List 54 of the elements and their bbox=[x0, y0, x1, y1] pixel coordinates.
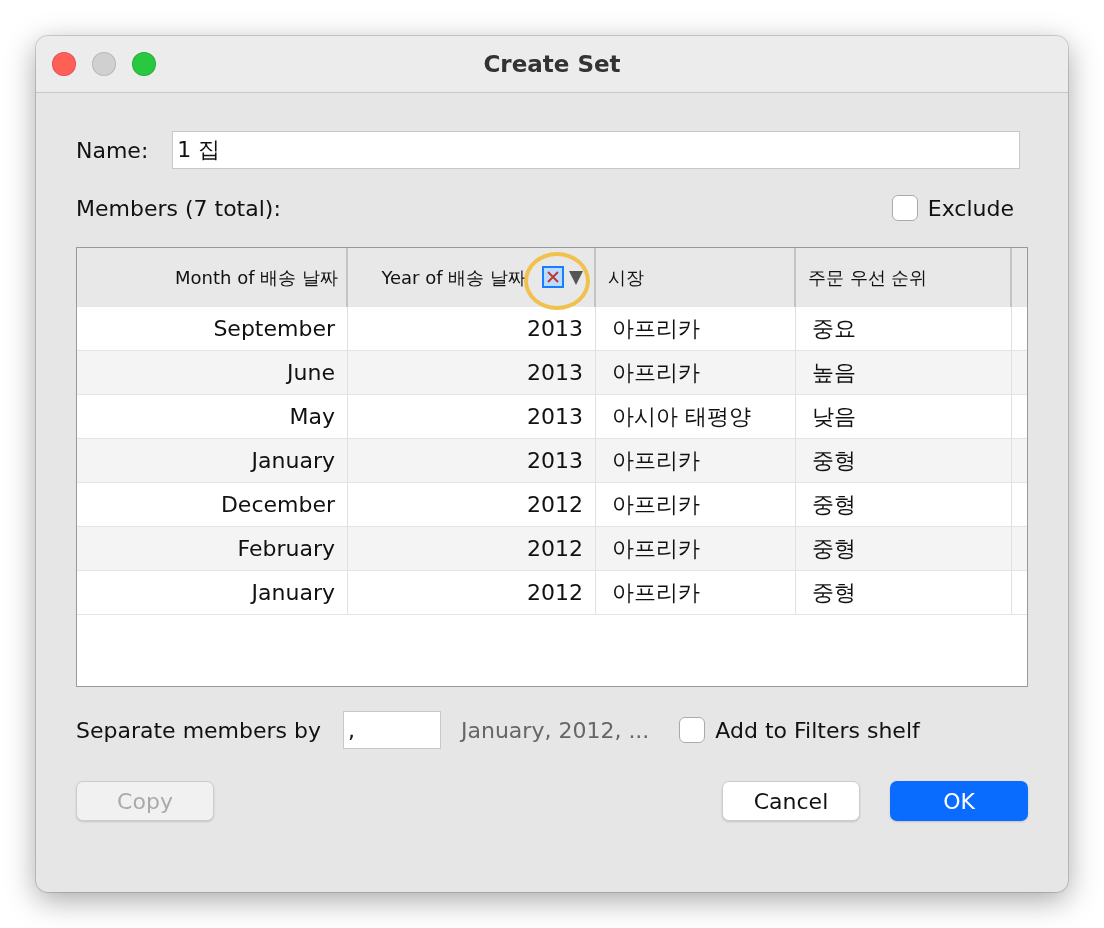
name-field[interactable]: 1 집 bbox=[172, 131, 1021, 169]
column-header[interactable]: Month of 배송 날짜 bbox=[77, 248, 348, 307]
table-cell: 아시아 태평양 bbox=[596, 395, 796, 439]
table-cell: 중형 bbox=[796, 571, 1012, 615]
table-cell: January bbox=[77, 571, 348, 615]
minimize-button[interactable] bbox=[92, 52, 116, 76]
table-cell: 2012 bbox=[348, 571, 596, 615]
column-header-label: Month of 배송 날짜 bbox=[175, 265, 338, 290]
table-cell: September bbox=[77, 307, 348, 351]
table-cell: 2013 bbox=[348, 439, 596, 483]
table-cell: 아프리카 bbox=[596, 527, 796, 571]
table-cell: 아프리카 bbox=[596, 483, 796, 527]
table-cell: 중형 bbox=[796, 483, 1012, 527]
table-cell: June bbox=[77, 351, 348, 395]
table-cell: January bbox=[77, 439, 348, 483]
exclude-label: Exclude bbox=[927, 195, 1014, 221]
table-cell: February bbox=[77, 527, 348, 571]
add-to-filters-checkbox[interactable] bbox=[679, 717, 706, 743]
name-label: Name: bbox=[76, 137, 149, 163]
column-header[interactable]: Year of 배송 날짜 bbox=[348, 248, 596, 307]
table-cell: 낮음 bbox=[796, 395, 1012, 439]
column-header-label: Year of 배송 날짜 bbox=[381, 265, 526, 290]
separator-label: Separate members by bbox=[76, 717, 321, 743]
close-icon[interactable] bbox=[542, 266, 564, 288]
table-cell: 높음 bbox=[796, 351, 1012, 395]
table-cell: 2013 bbox=[348, 351, 596, 395]
exclude-checkbox[interactable] bbox=[891, 195, 918, 221]
table-cell: 2013 bbox=[348, 307, 596, 351]
table-cell: 2012 bbox=[348, 483, 596, 527]
zoom-button[interactable] bbox=[132, 52, 156, 76]
table-cell: 아프리카 bbox=[596, 571, 796, 615]
close-button[interactable] bbox=[52, 52, 76, 76]
cancel-button[interactable]: Cancel bbox=[722, 781, 860, 821]
separator-preview: January, 2012, ... bbox=[461, 717, 650, 743]
column-header-label: 주문 우선 순위 bbox=[808, 265, 928, 290]
dropdown-caret-icon[interactable] bbox=[568, 270, 584, 286]
ok-button[interactable]: OK bbox=[890, 781, 1028, 821]
table-cell: 2012 bbox=[348, 527, 596, 571]
column-header[interactable]: 주문 우선 순위 bbox=[796, 248, 1012, 307]
table-cell: 아프리카 bbox=[596, 307, 796, 351]
column-header[interactable]: 시장 bbox=[596, 248, 796, 307]
table-cell: 2013 bbox=[348, 395, 596, 439]
column-header-label: 시장 bbox=[608, 265, 644, 290]
table-cell: May bbox=[77, 395, 348, 439]
table-cell: 아프리카 bbox=[596, 351, 796, 395]
table-cell: 중요 bbox=[796, 307, 1012, 351]
table-cell: December bbox=[77, 483, 348, 527]
members-label: Members (7 total): bbox=[76, 195, 281, 221]
window-title: Create Set bbox=[482, 51, 622, 77]
separator-field[interactable]: , bbox=[343, 711, 441, 749]
add-to-filters-label: Add to Filters shelf bbox=[715, 717, 920, 743]
table-cell: 중형 bbox=[796, 439, 1012, 483]
table-cell: 중형 bbox=[796, 527, 1012, 571]
table-cell: 아프리카 bbox=[596, 439, 796, 483]
